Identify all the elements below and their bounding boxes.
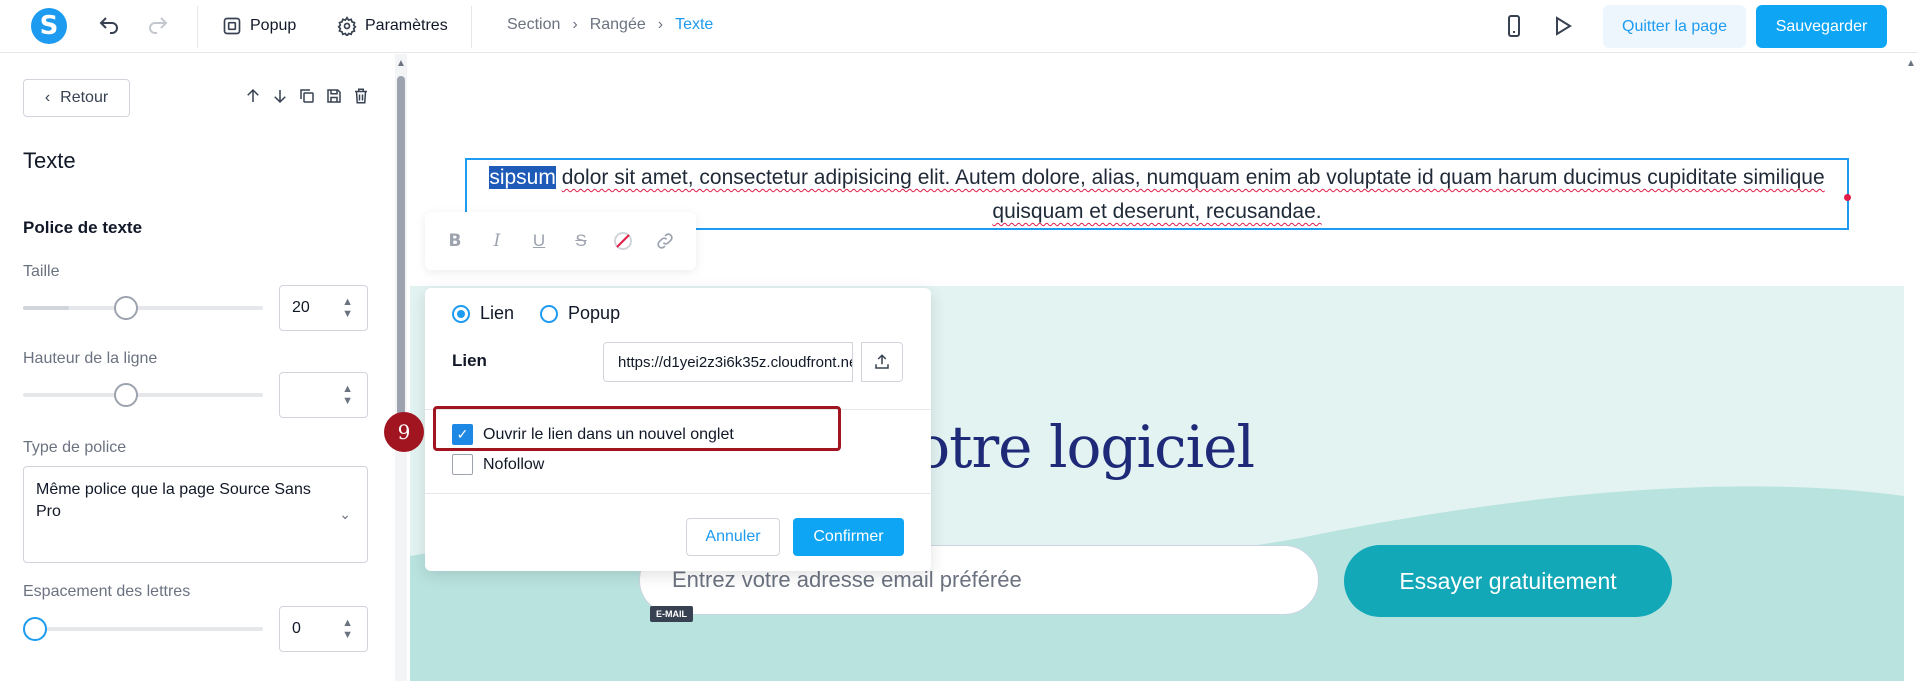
text-line-2[interactable]: quisquam et deserunt, recusandae. (992, 200, 1321, 223)
size-value: 20 (292, 299, 310, 316)
step-highlight-box (433, 406, 841, 451)
line-height-label: Hauteur de la ligne (23, 350, 158, 367)
size-slider[interactable] (23, 296, 263, 320)
breadcrumb-text[interactable]: Texte (675, 16, 713, 34)
popup-button[interactable]: Popup (222, 14, 296, 38)
back-label: Retour (60, 89, 109, 106)
scroll-up-icon[interactable]: ▲ (396, 58, 406, 69)
underline-icon[interactable]: U (529, 231, 549, 251)
chevron-down-icon: ⌄ (339, 506, 351, 522)
radio-popup[interactable] (540, 304, 559, 323)
app-logo[interactable]: S (31, 8, 67, 44)
move-down-icon[interactable] (271, 87, 289, 105)
trash-icon[interactable] (352, 87, 370, 105)
font-section-title: Police de texte (23, 218, 143, 237)
letter-spacing-value: 0 (292, 620, 301, 637)
text-line-1[interactable]: dolor sit amet, consectetur adipisicing … (562, 166, 1825, 189)
popup-label: Popup (250, 17, 297, 34)
back-button[interactable]: ‹ Retour (23, 79, 130, 117)
strikethrough-icon[interactable]: S (571, 231, 591, 251)
radio-link-label[interactable]: Lien (480, 303, 514, 324)
size-slider-fill (23, 306, 69, 310)
font-type-label: Type de police (23, 439, 127, 456)
chevron-right-icon: › (572, 16, 578, 33)
nofollow-checkbox[interactable] (452, 454, 473, 475)
font-type-value: Même police que la page Source Sans Pro (36, 481, 311, 520)
canvas-scrollbar[interactable]: ▲ (1904, 54, 1918, 681)
upload-icon (875, 354, 889, 369)
undo-icon[interactable] (97, 14, 121, 38)
try-free-button[interactable]: Essayer gratuitement (1344, 545, 1672, 617)
redo-icon[interactable] (146, 14, 170, 38)
radio-popup-label[interactable]: Popup (568, 303, 620, 324)
chevron-left-icon: ‹ (44, 89, 51, 106)
quit-page-button[interactable]: Quitter la page (1603, 5, 1746, 48)
chevron-right-icon: › (657, 16, 664, 33)
top-bar: S Popup Paramètres Section › Rangée › Te… (0, 0, 1918, 53)
link-type-options: Lien Popup (452, 303, 620, 324)
nofollow-option[interactable]: Nofollow (452, 454, 544, 475)
settings-sidebar: ‹ Retour Texte Police de texte Taille 20… (0, 54, 395, 681)
breadcrumb-section[interactable]: Section (507, 16, 560, 34)
settings-label: Paramètres (365, 17, 448, 34)
bold-icon[interactable]: B (445, 231, 465, 251)
line-height-stepper-icon[interactable]: ▲ ▼ (342, 383, 353, 407)
play-icon[interactable] (1550, 14, 1574, 38)
format-toolbar: B I U S (425, 212, 696, 270)
size-slider-handle[interactable] (114, 296, 138, 320)
line-height-slider[interactable] (23, 383, 263, 407)
link-url-value: https://d1yei2z3i6k35z.cloudfront.net (618, 353, 853, 371)
confirm-button[interactable]: Confirmer (793, 518, 904, 556)
save-element-icon[interactable] (325, 87, 343, 105)
cancel-button[interactable]: Annuler (686, 518, 780, 556)
letter-spacing-stepper-icon[interactable]: ▲ ▼ (342, 617, 353, 641)
element-actions (244, 87, 370, 105)
no-color-icon[interactable] (613, 231, 633, 251)
divider (425, 493, 931, 494)
upload-button[interactable] (861, 342, 903, 382)
link-field-label: Lien (452, 351, 487, 370)
mobile-preview-icon[interactable] (1502, 14, 1526, 38)
move-up-icon[interactable] (244, 87, 262, 105)
radio-link[interactable] (452, 304, 470, 323)
link-icon[interactable] (655, 231, 675, 251)
size-label: Taille (23, 263, 60, 280)
gear-icon (337, 16, 357, 36)
letter-spacing-slider-handle[interactable] (23, 617, 47, 641)
selected-text[interactable]: sipsum (489, 166, 556, 189)
sidebar-scrollbar[interactable]: ▲ (395, 54, 407, 681)
panel-title: Texte (23, 148, 76, 173)
italic-icon[interactable]: I (487, 231, 507, 251)
letter-spacing-input[interactable]: 0 ▲ ▼ (279, 606, 368, 652)
link-url-input[interactable]: https://d1yei2z3i6k35z.cloudfront.net (603, 342, 853, 382)
nofollow-label[interactable]: Nofollow (483, 456, 544, 474)
resize-handle[interactable] (1844, 194, 1851, 201)
step-number-badge: 9 (384, 412, 424, 452)
email-tag-badge: E-MAIL (650, 606, 693, 622)
duplicate-icon[interactable] (298, 87, 316, 105)
breadcrumb-row[interactable]: Rangée (590, 16, 646, 34)
letter-spacing-label: Espacement des lettres (23, 583, 191, 600)
line-height-input[interactable]: ▲ ▼ (279, 372, 368, 418)
font-type-select[interactable]: Même police que la page Source Sans Pro … (23, 466, 368, 563)
scroll-up-icon[interactable]: ▲ (1906, 58, 1916, 69)
size-input[interactable]: 20 ▲ ▼ (279, 285, 368, 331)
settings-button[interactable]: Paramètres (337, 14, 448, 38)
letter-spacing-slider[interactable] (23, 617, 263, 641)
line-height-slider-handle[interactable] (114, 383, 138, 407)
popup-icon (223, 17, 241, 35)
size-stepper-icon[interactable]: ▲ ▼ (342, 296, 353, 320)
breadcrumb: Section › Rangée › Texte (507, 16, 713, 34)
save-button[interactable]: Sauvegarder (1756, 5, 1887, 48)
sidebar-scroll-thumb[interactable] (397, 76, 405, 436)
